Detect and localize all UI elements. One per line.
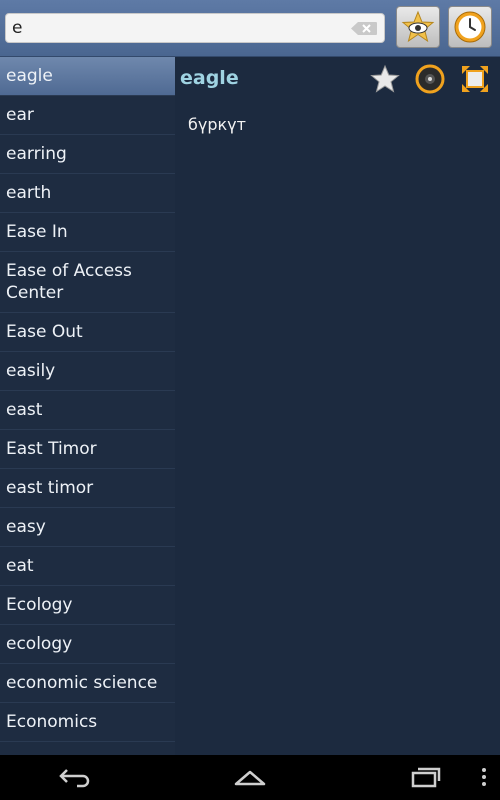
entry-headword: eagle	[180, 67, 239, 89]
list-item[interactable]: eagle	[0, 57, 175, 96]
fullscreen-button[interactable]	[459, 63, 491, 95]
list-item[interactable]: Ecology	[0, 586, 175, 625]
entry-panel: eagle бүркүт	[175, 57, 500, 755]
list-item[interactable]: Ease Out	[0, 313, 175, 352]
word-list: eagle ear earring earth Ease In Ease of …	[0, 57, 175, 755]
star-icon	[370, 64, 400, 93]
list-item[interactable]: east	[0, 391, 175, 430]
list-item[interactable]: East Timor	[0, 430, 175, 469]
home-icon	[234, 770, 266, 786]
favorites-button[interactable]	[396, 6, 440, 48]
back-icon	[59, 769, 90, 788]
list-item[interactable]: eat	[0, 547, 175, 586]
list-item[interactable]: east timor	[0, 469, 175, 508]
history-button[interactable]	[448, 6, 492, 48]
list-item[interactable]: earth	[0, 174, 175, 213]
entry-translation: бүркүт	[188, 115, 246, 134]
search-input[interactable]	[12, 17, 342, 39]
list-item[interactable]: Ease of Access Center	[0, 252, 175, 313]
back-button[interactable]	[55, 763, 95, 791]
list-item[interactable]: Economics	[0, 703, 175, 742]
add-favorite-button[interactable]	[369, 63, 401, 95]
fullscreen-icon	[462, 66, 488, 92]
list-item[interactable]: Ease In	[0, 213, 175, 252]
star-eye-icon	[401, 10, 435, 43]
clock-icon	[454, 11, 486, 43]
overflow-menu-icon	[482, 768, 486, 786]
top-toolbar	[0, 0, 500, 57]
recent-apps-button[interactable]	[406, 763, 446, 791]
list-item[interactable]: economic science	[0, 664, 175, 703]
search-box	[5, 13, 385, 43]
pronounce-button[interactable]	[414, 63, 446, 95]
clear-text-icon[interactable]	[350, 21, 378, 36]
speaker-icon	[415, 64, 445, 94]
home-button[interactable]	[230, 763, 270, 791]
list-item[interactable]: ear	[0, 96, 175, 135]
menu-button[interactable]	[478, 763, 490, 791]
list-item[interactable]: earring	[0, 135, 175, 174]
list-item[interactable]: ecology	[0, 625, 175, 664]
list-item[interactable]: easy	[0, 508, 175, 547]
list-item[interactable]: easily	[0, 352, 175, 391]
system-nav-bar	[0, 755, 500, 800]
recent-apps-icon	[411, 767, 441, 788]
